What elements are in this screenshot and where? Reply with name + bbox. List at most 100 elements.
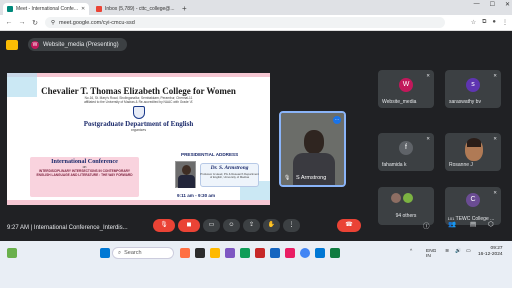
- search-placeholder: Search: [124, 250, 142, 256]
- tray-arrow-icon[interactable]: ^: [410, 249, 412, 254]
- activities-icon[interactable]: ⬡: [488, 220, 494, 228]
- new-tab-button[interactable]: +: [182, 3, 187, 15]
- clock-date: 16-12-2024: [478, 252, 503, 257]
- volume-icon[interactable]: 🔊: [455, 249, 461, 254]
- close-window-icon[interactable]: ✕: [505, 1, 510, 8]
- participant-tile[interactable]: s ✕ saraswathy bv: [445, 70, 501, 108]
- tab-meet[interactable]: Meet - International Confe... ✕: [3, 3, 89, 15]
- speaker-head: [304, 130, 324, 154]
- conference-theme: INTERDISCIPLINARY INTERSECTIONS IN CONTE…: [36, 169, 133, 177]
- speaker-photo: [175, 161, 196, 188]
- participant-avatar: C: [466, 193, 480, 207]
- presenting-label: Website_media (Presenting): [43, 41, 119, 48]
- taskbar-app-icon[interactable]: [240, 248, 250, 258]
- presenting-indicator[interactable]: W Website_media (Presenting): [28, 38, 127, 51]
- organises-text: organises: [130, 128, 147, 132]
- bookmark-star-icon[interactable]: ☆: [471, 19, 476, 26]
- active-speaker-tile[interactable]: ⋯ 🎙 S Armstrong: [279, 111, 346, 187]
- windows-start-icon[interactable]: [100, 248, 110, 258]
- present-button[interactable]: ⇪: [243, 219, 260, 232]
- speaker-body: [178, 175, 195, 188]
- participant-count-badge: 101: [446, 215, 456, 222]
- battery-icon[interactable]: ▭: [466, 249, 471, 254]
- chat-icon[interactable]: ▤: [470, 220, 476, 228]
- participant-name: Website_media: [382, 99, 417, 105]
- task-view-icon[interactable]: [195, 248, 205, 258]
- taskbar-app-icon[interactable]: [225, 248, 235, 258]
- reactions-button[interactable]: ☺: [223, 219, 240, 232]
- site-info-icon[interactable]: ⚲: [51, 20, 55, 26]
- participant-tile[interactable]: f ✕ fahamida k: [378, 133, 434, 171]
- menu-icon[interactable]: ⋮: [502, 19, 508, 26]
- system-clock[interactable]: 09:27 16-12-2024: [478, 246, 503, 258]
- meet-window: Meet - International Confe... ✕ Inbox (5…: [0, 0, 512, 288]
- meeting-time: 9:27 AM: [7, 225, 30, 231]
- participant-name: Rosanne J: [449, 162, 473, 168]
- more-options-button[interactable]: ⋮: [283, 219, 300, 232]
- participant-avatar: [391, 193, 401, 203]
- browser-tab-strip: Meet - International Confe... ✕ Inbox (5…: [0, 0, 512, 15]
- presentation-slide: Chevalier T. Thomas Elizabeth College fo…: [7, 73, 270, 205]
- slide-bottom-band: [7, 200, 270, 205]
- taskbar-search[interactable]: ⌕ Search: [112, 247, 174, 259]
- search-icon: ⌕: [118, 249, 122, 256]
- presidential-address-heading: PRESIDENTIAL ADDRESS: [181, 152, 239, 157]
- participant-name: S Armstrong: [296, 175, 327, 181]
- profile-icon[interactable]: ●: [492, 19, 496, 26]
- camera-toggle-button[interactable]: ◼: [178, 219, 200, 232]
- taskbar-app-icon[interactable]: [285, 248, 295, 258]
- info-icon[interactable]: ⓘ: [423, 220, 430, 230]
- weather-icon[interactable]: [7, 248, 17, 258]
- word-icon[interactable]: [270, 248, 280, 258]
- speaking-indicator-icon: ⋯: [333, 116, 341, 124]
- leave-call-button[interactable]: ☎: [337, 219, 361, 232]
- raise-hand-button[interactable]: ✋: [263, 219, 280, 232]
- windows-taskbar: ⌕ Search ^ ENG IN ≋ 🔊 ▭ 09:27 16-12-2024: [0, 241, 512, 288]
- conference-title: International Conference: [51, 158, 118, 165]
- close-tab-icon[interactable]: ✕: [81, 6, 85, 12]
- extensions-icon[interactable]: ⧉: [482, 19, 486, 26]
- back-icon[interactable]: ←: [5, 19, 13, 26]
- speaker-torso: [293, 153, 335, 185]
- clock-time: 09:27: [490, 246, 503, 251]
- college-affiliation: affiliated to the University of Madras &…: [84, 100, 193, 104]
- mic-toggle-button[interactable]: 🎙: [153, 219, 175, 232]
- slide-top-band: [7, 73, 270, 77]
- meet-header: W Website_media (Presenting): [0, 31, 512, 58]
- tab-gmail[interactable]: Inbox (5,789) - cttc_college@... ✕: [92, 3, 178, 15]
- college-name: Chevalier T. Thomas Elizabeth College fo…: [41, 86, 236, 96]
- speaker-face: [182, 165, 191, 175]
- participant-avatar: f: [399, 141, 413, 155]
- taskbar-app-icon[interactable]: [180, 248, 190, 258]
- captions-button[interactable]: ▭: [203, 219, 220, 232]
- minimize-icon[interactable]: —: [474, 1, 480, 8]
- mic-off-icon: ✕: [493, 190, 497, 195]
- participant-tile[interactable]: ✕ Rosanne J: [445, 133, 501, 171]
- participant-avatar: W: [399, 78, 413, 92]
- participant-hair: [467, 138, 481, 147]
- speaker-name: Dr. S. Armstrong: [210, 165, 249, 171]
- meeting-separator: |: [30, 225, 33, 231]
- wifi-icon[interactable]: ≋: [445, 249, 449, 254]
- participant-avatar: s: [466, 78, 480, 92]
- forward-icon[interactable]: →: [18, 19, 26, 26]
- gmail-favicon-icon: [96, 6, 102, 12]
- window-controls: — ☐ ✕: [474, 1, 510, 8]
- maximize-icon[interactable]: ☐: [490, 1, 495, 8]
- language-indicator[interactable]: ENG IN: [426, 249, 436, 259]
- session-time: 9:11 am - 9:30 am: [177, 193, 216, 198]
- participant-avatar: [403, 193, 413, 203]
- url-field[interactable]: ⚲ meet.google.com/cyi-cmcu-ssd: [45, 17, 445, 28]
- file-explorer-icon[interactable]: [210, 248, 220, 258]
- meet-favicon-icon: [7, 6, 13, 12]
- participant-photo: [465, 138, 483, 161]
- excel-icon[interactable]: [330, 248, 340, 258]
- edge-icon[interactable]: [315, 248, 325, 258]
- department-name: Postgraduate Department of English: [83, 120, 194, 128]
- mic-off-icon: ✕: [493, 73, 497, 78]
- participant-tile[interactable]: W ✕ Website_media: [378, 70, 434, 108]
- reload-icon[interactable]: ↻: [31, 19, 39, 27]
- taskbar-app-icon[interactable]: [255, 248, 265, 258]
- chrome-icon[interactable]: [300, 248, 310, 258]
- meet-logo-icon: [6, 39, 18, 50]
